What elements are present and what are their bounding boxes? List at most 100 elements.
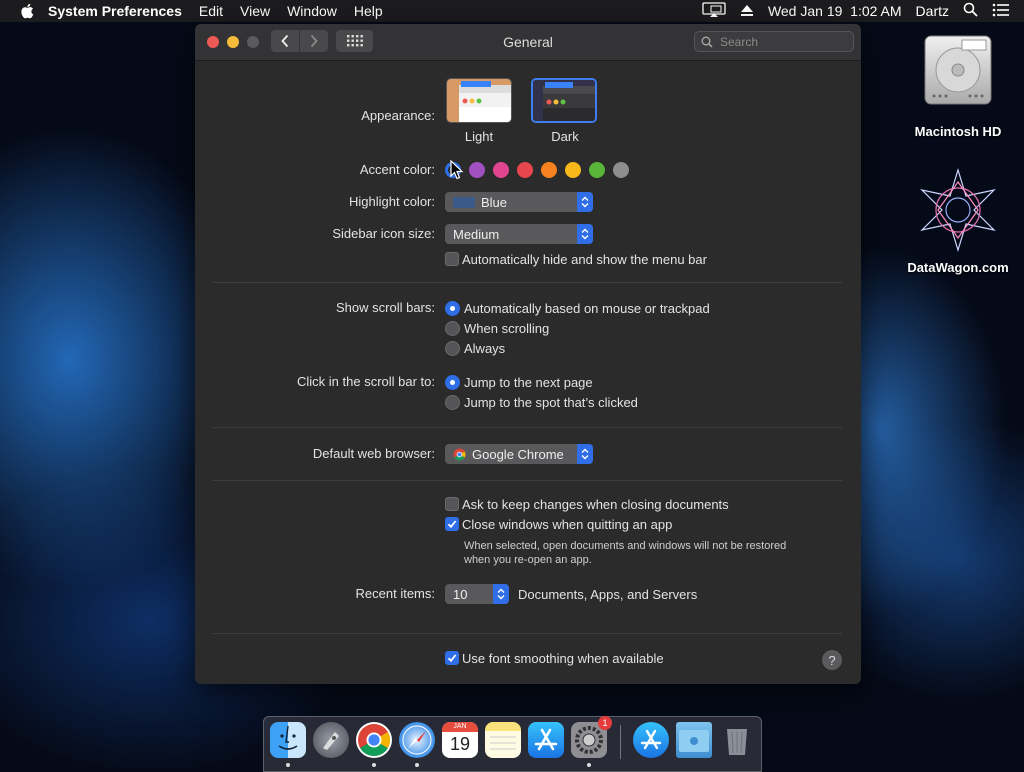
accent-color-red[interactable]: [517, 162, 533, 178]
menu-view[interactable]: View: [240, 3, 270, 19]
desktop-icon-datawagon[interactable]: DataWagon.com: [903, 167, 1013, 275]
apple-menu-icon[interactable]: [18, 2, 36, 20]
desktop-icon-macintosh-hd[interactable]: Macintosh HD: [903, 30, 1013, 139]
menu-edit[interactable]: Edit: [199, 3, 223, 19]
star-emblem-icon: [916, 167, 1000, 253]
mouse-pointer-icon: [450, 159, 464, 185]
font-smoothing-label: Use font smoothing when available: [462, 651, 664, 666]
accent-color-orange[interactable]: [541, 162, 557, 178]
launchpad-icon[interactable]: [313, 722, 349, 758]
airplay-display-icon[interactable]: [702, 1, 726, 21]
dock-separator: [620, 725, 621, 759]
app-store-icon[interactable]: [528, 722, 564, 758]
finder-icon[interactable]: [270, 722, 306, 758]
accent-color-yellow[interactable]: [565, 162, 581, 178]
system-preferences-window: General Appearance: Light Dark: [195, 24, 861, 684]
close-windows-checkbox[interactable]: [445, 517, 459, 531]
dock-running-indicator: [286, 763, 290, 767]
accent-color-purple[interactable]: [469, 162, 485, 178]
menu-bar-autohide-checkbox[interactable]: [445, 252, 459, 266]
dock-running-indicator: [587, 763, 591, 767]
scroll-bars-always-radio[interactable]: [445, 341, 460, 356]
accent-color-green[interactable]: [589, 162, 605, 178]
chrome-icon: [453, 447, 466, 461]
hard-drive-icon: [922, 30, 994, 110]
popup-arrows-icon: [577, 192, 593, 212]
appearance-dark-option[interactable]: [531, 78, 597, 123]
appearance-label: Appearance:: [361, 108, 435, 123]
popup-arrows-icon: [493, 584, 509, 604]
calendar-icon[interactable]: JAN 19: [442, 722, 478, 758]
menu-bar: System Preferences Edit View Window Help…: [0, 0, 1024, 22]
recent-items-label: Recent items:: [355, 586, 435, 601]
trash-icon[interactable]: [719, 722, 755, 758]
scroll-click-spot-radio[interactable]: [445, 395, 460, 410]
close-windows-note-line2: when you re-open an app.: [464, 554, 592, 566]
spotlight-search-icon[interactable]: [963, 2, 978, 20]
dock-running-indicator: [415, 763, 419, 767]
show-scroll-bars-label: Show scroll bars:: [336, 300, 435, 315]
highlight-color-label: Highlight color:: [349, 194, 435, 209]
safari-icon[interactable]: [399, 722, 435, 758]
dock: JAN 19 1: [263, 716, 762, 772]
menu-help[interactable]: Help: [354, 3, 383, 19]
menu-window[interactable]: Window: [287, 3, 337, 19]
default-browser-label: Default web browser:: [312, 446, 435, 461]
highlight-swatch: [453, 196, 475, 208]
chrome-dock-icon[interactable]: [356, 722, 392, 758]
notification-center-icon[interactable]: [992, 3, 1010, 20]
menu-app-name[interactable]: System Preferences: [48, 3, 182, 19]
search-icon: [701, 36, 713, 48]
eject-icon[interactable]: [740, 3, 754, 20]
calendar-day: 19: [449, 734, 471, 754]
scroll-bars-auto-radio[interactable]: [445, 301, 460, 316]
search-input[interactable]: [718, 33, 842, 50]
scroll-bars-always-label: Always: [464, 341, 506, 356]
app-store-download-icon[interactable]: [633, 722, 669, 758]
sidebar-icon-size-value: Medium: [453, 226, 500, 242]
popup-arrows-icon: [577, 224, 593, 244]
scroll-click-next-page-radio[interactable]: [445, 375, 460, 390]
close-windows-note-line1: When selected, open documents and window…: [464, 540, 787, 552]
notification-badge: 1: [598, 716, 612, 730]
help-button[interactable]: ?: [822, 650, 842, 670]
appearance-light-caption: Light: [464, 129, 494, 144]
recent-items-value: 10: [453, 586, 468, 602]
highlight-color-value: Blue: [481, 194, 508, 210]
section-divider: [213, 480, 842, 481]
section-divider: [213, 633, 842, 634]
dock-running-indicator: [372, 763, 376, 767]
highlight-color-popup[interactable]: Blue: [445, 192, 593, 212]
ask-keep-changes-checkbox[interactable]: [445, 497, 459, 511]
recent-items-suffix: Documents, Apps, and Servers: [518, 587, 698, 602]
menu-clock[interactable]: Wed Jan 19 1:02 AM: [768, 3, 902, 19]
section-divider: [213, 282, 842, 283]
search-field[interactable]: [694, 31, 854, 52]
notes-icon[interactable]: [485, 722, 521, 758]
default-browser-value: Google Chrome: [472, 446, 564, 462]
title-bar: General: [195, 24, 861, 61]
section-divider: [213, 427, 842, 428]
desktop-icon-label: Macintosh HD: [914, 124, 1002, 139]
appearance-light-option[interactable]: [446, 78, 512, 123]
checkmark-icon: [447, 654, 457, 663]
ask-keep-changes-label: Ask to keep changes when closing documen…: [462, 497, 729, 512]
recent-items-popup[interactable]: 10: [445, 584, 509, 604]
default-browser-popup[interactable]: Google Chrome: [445, 444, 593, 464]
accent-color-label: Accent color:: [359, 162, 435, 177]
menu-user[interactable]: Dartz: [916, 3, 949, 19]
sidebar-icon-size-label: Sidebar icon size:: [332, 226, 435, 241]
font-smoothing-checkbox[interactable]: [445, 651, 459, 665]
desktop-icon-label: DataWagon.com: [907, 260, 1009, 275]
checkmark-icon: [447, 520, 457, 529]
sidebar-icon-size-popup[interactable]: Medium: [445, 224, 593, 244]
scroll-click-next-page-label: Jump to the next page: [464, 375, 593, 390]
accent-color-graphite[interactable]: [613, 162, 629, 178]
folder-icon[interactable]: [676, 722, 712, 758]
accent-color-pink[interactable]: [493, 162, 509, 178]
popup-arrows-icon: [577, 444, 593, 464]
scroll-click-label: Click in the scroll bar to:: [297, 374, 435, 389]
scroll-bars-when-scrolling-radio[interactable]: [445, 321, 460, 336]
system-preferences-dock-icon[interactable]: 1: [571, 716, 612, 758]
scroll-bars-auto-label: Automatically based on mouse or trackpad: [464, 301, 710, 316]
